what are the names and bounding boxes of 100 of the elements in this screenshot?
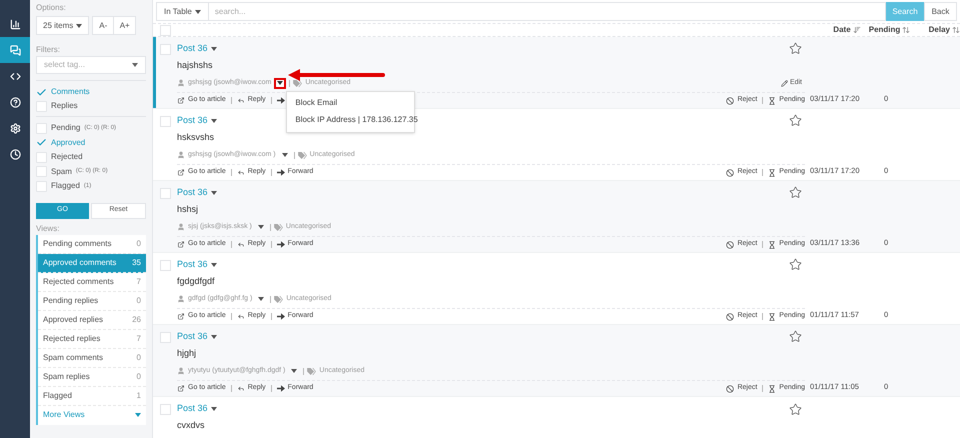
forward-link[interactable] bbox=[276, 97, 285, 104]
font-larger-button[interactable]: A+ bbox=[114, 16, 136, 35]
external-link-icon bbox=[177, 313, 185, 320]
view-label: Approved replies bbox=[43, 314, 104, 326]
column-header[interactable]: Delay bbox=[928, 24, 950, 36]
caret-icon bbox=[210, 46, 217, 51]
caret-icon bbox=[210, 118, 217, 123]
clock-icon bbox=[10, 148, 20, 160]
tags-icon bbox=[298, 152, 307, 159]
external-link-icon bbox=[177, 97, 185, 104]
caret-icon bbox=[277, 81, 284, 86]
column-header[interactable]: Date bbox=[833, 24, 851, 36]
view-count: 0 bbox=[136, 352, 141, 364]
view-count: 1 bbox=[136, 390, 141, 402]
comment-text: hajshshs bbox=[177, 58, 214, 72]
user-icon bbox=[177, 295, 185, 304]
tags-icon bbox=[293, 80, 302, 87]
view-count: 0 bbox=[136, 370, 141, 382]
view-item[interactable]: Flagged 1 bbox=[38, 386, 146, 406]
help-icon bbox=[10, 96, 20, 108]
hourglass-icon bbox=[768, 168, 776, 177]
view-item[interactable]: Rejected replies 7 bbox=[38, 330, 146, 348]
star-icon[interactable] bbox=[789, 402, 802, 416]
hourglass-icon bbox=[768, 384, 776, 393]
filters-label: Filters: bbox=[36, 44, 61, 55]
font-smaller-button[interactable]: A- bbox=[92, 16, 114, 35]
view-label: Spam comments bbox=[43, 352, 104, 364]
view-item[interactable]: Spam comments 0 bbox=[38, 348, 146, 368]
bar-chart-icon bbox=[10, 18, 20, 30]
star-icon[interactable] bbox=[789, 114, 802, 128]
view-label: Pending replies bbox=[43, 294, 98, 306]
back-button[interactable]: Back bbox=[924, 2, 957, 21]
filter-label: Pending bbox=[51, 122, 80, 134]
filter-label: Replies bbox=[51, 100, 78, 112]
reply-icon bbox=[236, 169, 245, 176]
user-icon bbox=[177, 367, 185, 376]
row-checkbox[interactable] bbox=[160, 188, 171, 199]
reply-icon bbox=[236, 241, 245, 248]
star-icon[interactable] bbox=[789, 330, 802, 344]
view-count: 35 bbox=[132, 256, 141, 268]
view-item[interactable]: Pending replies 0 bbox=[38, 292, 146, 310]
check-icon[interactable] bbox=[36, 137, 47, 148]
sort-icon[interactable] bbox=[952, 26, 960, 34]
view-item[interactable]: Rejected comments 7 bbox=[38, 272, 146, 292]
tags-icon bbox=[307, 368, 316, 375]
sort-descending-icon[interactable] bbox=[852, 26, 861, 34]
tags-icon bbox=[274, 296, 284, 303]
tag-select-placeholder: select tag... bbox=[44, 59, 85, 71]
view-count: 7 bbox=[136, 332, 141, 344]
menu-item[interactable]: Block Email bbox=[287, 94, 414, 112]
user-icon bbox=[177, 79, 185, 88]
reply-icon bbox=[236, 385, 245, 392]
view-count: 26 bbox=[132, 314, 141, 326]
caret-icon bbox=[210, 190, 217, 195]
caret-icon bbox=[132, 63, 138, 67]
caret-icon bbox=[258, 297, 264, 302]
checkbox[interactable] bbox=[36, 122, 47, 134]
arrow-right-icon bbox=[276, 169, 285, 176]
comment-text: hshsj bbox=[177, 202, 200, 216]
row-checkbox[interactable] bbox=[160, 44, 171, 55]
comment-text: hsksvshs bbox=[177, 130, 216, 144]
page-size-dropdown[interactable]: 25 items bbox=[36, 16, 90, 35]
row-checkbox[interactable] bbox=[160, 116, 171, 127]
row-checkbox[interactable] bbox=[160, 404, 171, 415]
external-link-icon bbox=[177, 385, 185, 392]
star-icon[interactable] bbox=[789, 258, 802, 272]
checkbox[interactable] bbox=[36, 166, 47, 178]
ban-icon bbox=[726, 168, 734, 177]
comment-text: cvxdvs bbox=[177, 419, 206, 432]
caret-icon bbox=[210, 407, 217, 411]
reply-icon bbox=[236, 97, 245, 104]
check-icon[interactable] bbox=[36, 86, 47, 98]
hourglass-icon bbox=[768, 240, 776, 249]
column-header[interactable]: Pending bbox=[868, 24, 900, 36]
caret-icon bbox=[76, 24, 82, 28]
sort-icon[interactable] bbox=[902, 26, 910, 34]
star-icon[interactable] bbox=[789, 42, 802, 56]
ban-icon bbox=[726, 384, 734, 393]
star-icon[interactable] bbox=[789, 186, 802, 200]
row-checkbox[interactable] bbox=[160, 260, 171, 271]
checkbox[interactable] bbox=[36, 152, 47, 163]
tags-icon bbox=[274, 224, 283, 231]
checkbox[interactable] bbox=[36, 100, 47, 112]
view-count: 0 bbox=[136, 294, 141, 306]
pencil-icon bbox=[780, 80, 788, 87]
caret-icon bbox=[135, 413, 141, 417]
external-link-icon bbox=[177, 241, 185, 248]
search-field[interactable]: search... bbox=[208, 2, 886, 21]
select-all-checkbox[interactable] bbox=[160, 24, 171, 36]
author-menu-button[interactable] bbox=[274, 78, 286, 89]
scope-dropdown[interactable]: In Table bbox=[156, 2, 209, 21]
view-item[interactable]: Spam replies 0 bbox=[38, 368, 146, 386]
filter-label: Flagged bbox=[51, 180, 80, 192]
caret-icon bbox=[194, 10, 201, 14]
row-checkbox[interactable] bbox=[160, 332, 171, 343]
caret-icon bbox=[210, 334, 217, 339]
checkbox[interactable] bbox=[36, 180, 47, 192]
arrow-right-icon bbox=[276, 241, 285, 248]
view-item[interactable]: Approved replies 26 bbox=[38, 310, 146, 330]
filter-label: Approved bbox=[51, 136, 86, 149]
